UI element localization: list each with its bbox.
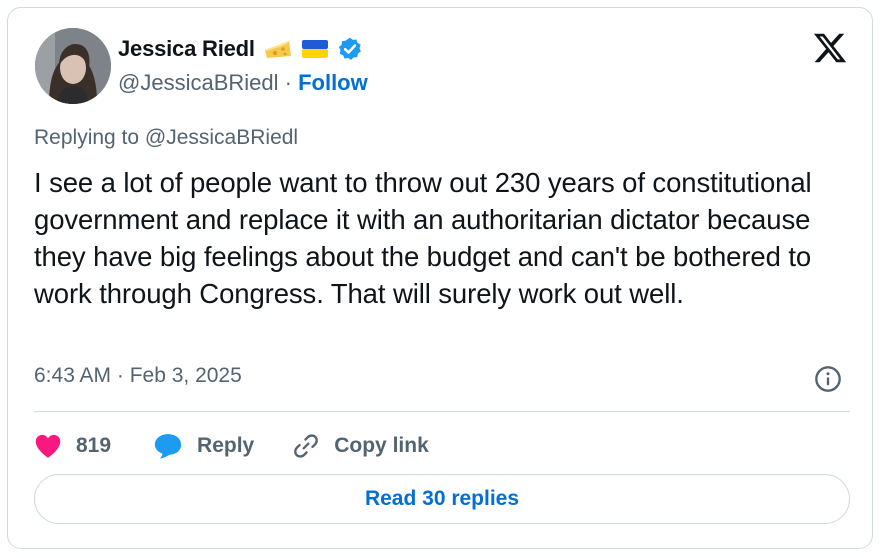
author-name[interactable]: Jessica Riedl bbox=[118, 36, 255, 62]
author-avatar[interactable] bbox=[35, 28, 111, 104]
heart-icon bbox=[35, 434, 61, 458]
x-logo-icon[interactable] bbox=[812, 30, 848, 66]
verified-badge-icon bbox=[337, 36, 363, 62]
like-button[interactable]: 819 bbox=[34, 433, 111, 459]
author-handle-row: @JessicaBRiedl · Follow bbox=[118, 70, 368, 96]
action-bar: 819 Reply Copy link bbox=[34, 426, 429, 466]
info-icon[interactable] bbox=[814, 365, 842, 393]
ukraine-flag-icon bbox=[301, 38, 329, 60]
reply-button[interactable]: Reply bbox=[153, 432, 254, 460]
author-name-row: Jessica Riedl bbox=[118, 34, 363, 64]
read-replies-label: Read 30 replies bbox=[364, 487, 520, 510]
cheese-emoji-icon bbox=[263, 36, 293, 62]
separator-dot: · bbox=[284, 70, 299, 95]
link-icon bbox=[294, 434, 319, 458]
follow-button[interactable]: Follow bbox=[298, 70, 368, 95]
replying-to-text: Replying to @JessicaBRiedl bbox=[34, 126, 299, 149]
reply-bubble-icon bbox=[154, 434, 182, 459]
author-handle[interactable]: @JessicaBRiedl bbox=[118, 70, 279, 95]
read-replies-button[interactable]: Read 30 replies bbox=[34, 474, 850, 524]
tweet-card: Jessica Riedl @JessicaBRiedl · Follow Re… bbox=[7, 7, 873, 549]
tweet-timestamp[interactable]: 6:43 AM · Feb 3, 2025 bbox=[34, 364, 242, 388]
copy-link-label: Copy link bbox=[334, 434, 429, 457]
like-count: 819 bbox=[76, 434, 112, 457]
divider bbox=[34, 411, 850, 412]
copy-link-button[interactable]: Copy link bbox=[292, 432, 429, 460]
tweet-body-text: I see a lot of people want to throw out … bbox=[34, 167, 812, 309]
reply-label: Reply bbox=[197, 434, 255, 457]
